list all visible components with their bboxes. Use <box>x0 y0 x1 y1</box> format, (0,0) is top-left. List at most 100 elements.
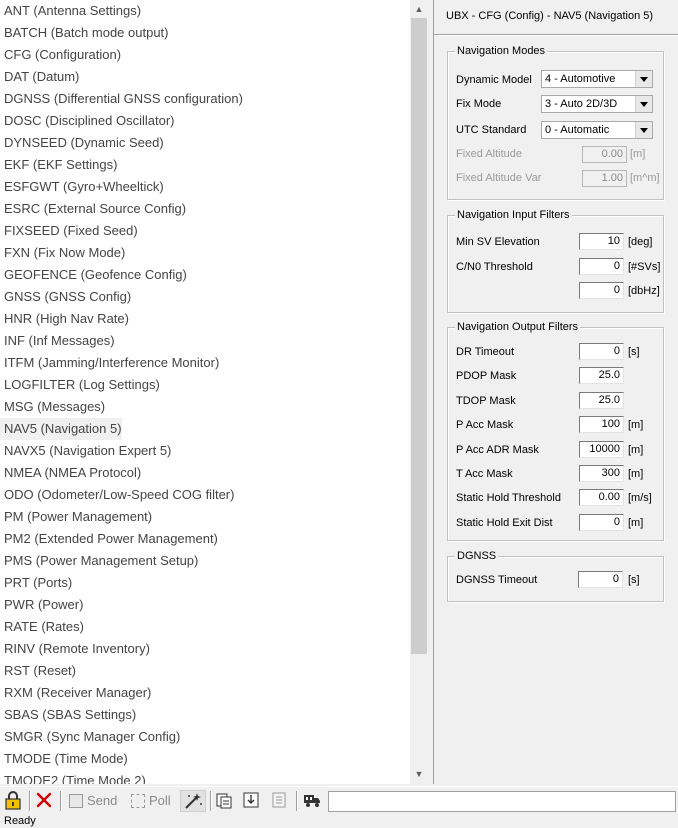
output-filter-input[interactable]: 0.00 <box>579 489 624 506</box>
poll-icon <box>131 794 145 808</box>
message-list-item[interactable]: GNSS (GNSS Config) <box>0 286 131 308</box>
output-filter-label: P Acc ADR Mask <box>456 444 539 456</box>
output-filter-label: TDOP Mask <box>456 395 516 407</box>
output-filter-label: DR Timeout <box>456 346 515 358</box>
toolbar-separator <box>60 791 62 811</box>
message-list-item[interactable]: NAVX5 (Navigation Expert 5) <box>0 440 171 462</box>
scroll-up-arrow-icon[interactable]: ▲ <box>410 1 428 18</box>
output-filter-input[interactable]: 25.0 <box>579 367 624 384</box>
message-list-item[interactable]: PRT (Ports) <box>0 572 72 594</box>
message-list-item[interactable]: DYNSEED (Dynamic Seed) <box>0 132 164 154</box>
output-filter-input[interactable]: 300 <box>579 465 624 482</box>
dgnss-group: DGNSS DGNSS Timeout 0 [s] <box>447 549 664 602</box>
truck-icon <box>304 795 320 807</box>
message-list-item[interactable]: SMGR (Sync Manager Config) <box>0 726 180 748</box>
message-list-item[interactable]: PM (Power Management) <box>0 506 152 528</box>
fix-mode-label: Fix Mode <box>456 98 502 110</box>
message-list-item[interactable]: TMODE (Time Mode) <box>0 748 128 770</box>
chevron-down-icon[interactable] <box>635 96 652 112</box>
message-list-item[interactable]: INF (Inf Messages) <box>0 330 115 352</box>
message-list-item[interactable]: FXN (Fix Now Mode) <box>0 242 125 264</box>
message-list-item[interactable]: RST (Reset) <box>0 660 76 682</box>
cno-threshold-svs-input[interactable]: 0 <box>579 258 624 275</box>
message-list-item[interactable]: GEOFENCE (Geofence Config) <box>0 264 187 286</box>
send-button[interactable]: Send <box>67 790 123 812</box>
message-list-item[interactable]: PMS (Power Management Setup) <box>0 550 198 572</box>
message-list-item[interactable]: RINV (Remote Inventory) <box>0 638 150 660</box>
output-filter-input[interactable]: 100 <box>579 416 624 433</box>
save-to-file-button[interactable] <box>270 790 290 812</box>
output-filter-label: Static Hold Exit Dist <box>456 517 553 529</box>
message-list-item[interactable]: LOGFILTER (Log Settings) <box>0 374 160 396</box>
output-filter-input[interactable]: 0 <box>579 514 624 531</box>
message-list-item[interactable]: DOSC (Disciplined Oscillator) <box>0 110 174 132</box>
toolbar: Send Poll <box>0 786 678 815</box>
panel-divider <box>434 34 678 36</box>
message-list-item[interactable]: ESFGWT (Gyro+Wheeltick) <box>0 176 164 198</box>
toolbar-separator <box>29 791 31 811</box>
close-button[interactable] <box>35 790 55 812</box>
scroll-down-arrow-icon[interactable]: ▼ <box>410 766 428 783</box>
fixed-altitude-var-input[interactable]: 1.00 <box>582 170 627 187</box>
message-list-item[interactable]: SBAS (SBAS Settings) <box>0 704 136 726</box>
scroll-thumb[interactable] <box>411 18 427 654</box>
message-list-item[interactable]: ANT (Antenna Settings) <box>0 0 141 22</box>
input-filters-title: Navigation Input Filters <box>455 208 572 222</box>
fixed-altitude-input[interactable]: 0.00 <box>582 146 627 163</box>
load-from-file-button[interactable] <box>242 790 262 812</box>
message-list-item[interactable]: PM2 (Extended Power Management) <box>0 528 218 550</box>
message-list-item[interactable]: CFG (Configuration) <box>0 44 121 66</box>
dynamic-model-value: 4 - Automotive <box>545 73 616 85</box>
output-filter-label: Static Hold Threshold <box>456 492 561 504</box>
dynamic-model-select[interactable]: 4 - Automotive <box>541 70 653 88</box>
message-list-item[interactable]: EKF (EKF Settings) <box>0 154 117 176</box>
chevron-down-icon[interactable] <box>635 71 652 87</box>
toolbar-separator <box>210 791 212 811</box>
output-filters-title: Navigation Output Filters <box>455 320 581 334</box>
utc-standard-select[interactable]: 0 - Automatic <box>541 121 653 139</box>
navigation-modes-group: Navigation Modes Dynamic Model 4 - Autom… <box>447 44 664 200</box>
output-filter-unit: [s] <box>628 346 640 358</box>
message-list-item[interactable]: ITFM (Jamming/Interference Monitor) <box>0 352 219 374</box>
message-list-item[interactable]: PWR (Power) <box>0 594 83 616</box>
list-scrollbar[interactable]: ▲ ▼ <box>410 0 428 784</box>
chevron-down-icon[interactable] <box>635 122 652 138</box>
dgnss-timeout-unit: [s] <box>628 574 640 586</box>
min-sv-elevation-label: Min SV Elevation <box>456 236 540 248</box>
message-list-item[interactable]: RATE (Rates) <box>0 616 84 638</box>
fix-mode-select[interactable]: 3 - Auto 2D/3D <box>541 95 653 113</box>
auto-poll-toggle[interactable] <box>180 790 206 812</box>
message-list-item[interactable]: BATCH (Batch mode output) <box>0 22 169 44</box>
lock-icon <box>5 791 21 810</box>
utc-standard-label: UTC Standard <box>456 124 527 136</box>
cno-threshold-dbhz-unit: [dbHz] <box>628 285 660 297</box>
output-filter-input[interactable]: 25.0 <box>579 392 624 409</box>
output-filter-input[interactable]: 0 <box>579 343 624 360</box>
message-list-item[interactable]: ODO (Odometer/Low-Speed COG filter) <box>0 484 234 506</box>
document-icon <box>272 792 286 808</box>
message-list-item[interactable]: MSG (Messages) <box>0 396 105 418</box>
lock-button[interactable] <box>4 790 24 812</box>
message-list-item[interactable]: NAV5 (Navigation 5) <box>0 418 122 440</box>
magic-wand-icon <box>185 793 202 809</box>
message-list-item[interactable]: FIXSEED (Fixed Seed) <box>0 220 138 242</box>
copy-to-clipboard-button[interactable] <box>215 790 235 812</box>
cno-threshold-dbhz-input[interactable]: 0 <box>579 282 624 299</box>
command-field[interactable] <box>328 791 676 812</box>
receiver-button[interactable] <box>302 790 324 812</box>
message-list-item[interactable]: NMEA (NMEA Protocol) <box>0 462 141 484</box>
output-filter-input[interactable]: 10000 <box>579 441 624 458</box>
output-filter-unit: [m] <box>628 419 644 431</box>
message-list-item[interactable]: HNR (High Nav Rate) <box>0 308 129 330</box>
message-list-item[interactable]: TMODE2 (Time Mode 2) <box>0 770 146 784</box>
message-list-item[interactable]: DAT (Datum) <box>0 66 79 88</box>
message-list-item[interactable]: DGNSS (Differential GNSS configuration) <box>0 88 243 110</box>
send-label: Send <box>87 793 118 808</box>
output-filter-unit: [m/s] <box>628 492 652 504</box>
navigation-modes-title: Navigation Modes <box>455 44 548 58</box>
min-sv-elevation-input[interactable]: 10 <box>579 233 624 250</box>
poll-button[interactable]: Poll <box>129 790 175 812</box>
message-list-item[interactable]: RXM (Receiver Manager) <box>0 682 151 704</box>
message-list-item[interactable]: ESRC (External Source Config) <box>0 198 186 220</box>
dgnss-timeout-input[interactable]: 0 <box>578 571 623 588</box>
